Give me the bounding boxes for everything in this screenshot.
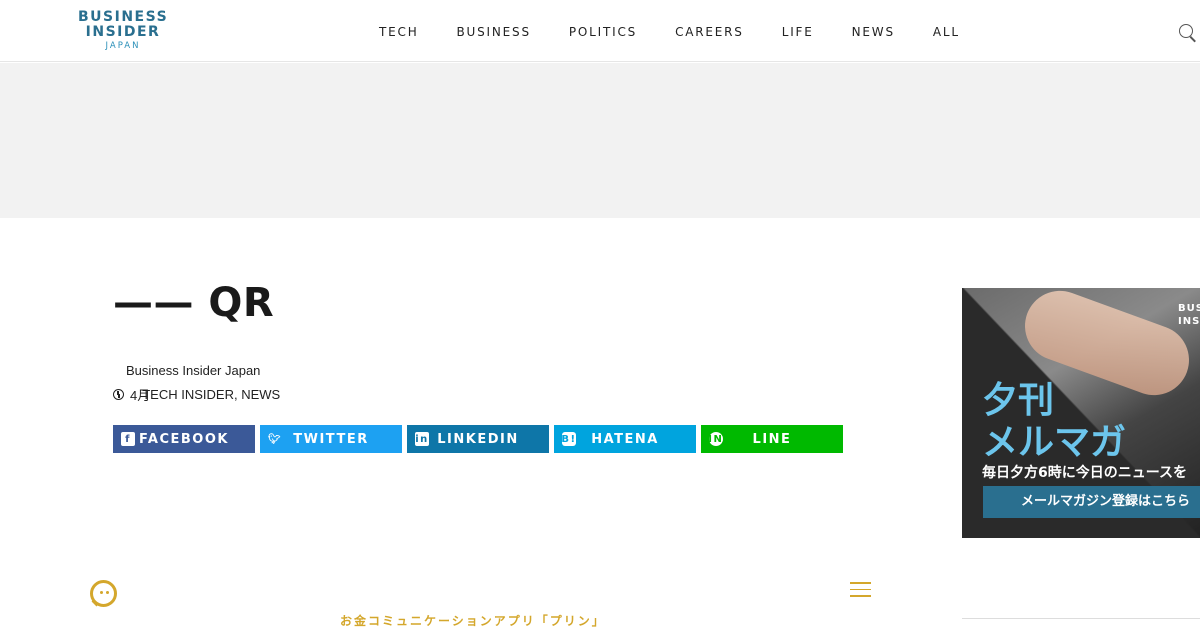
chat-icon[interactable] — [90, 580, 117, 607]
logo-line-2: INSIDER — [85, 24, 161, 40]
promo-text[interactable]: お金コミュニケーションアプリ「プリン」 — [340, 612, 606, 629]
nav-life[interactable]: LIFE — [782, 25, 814, 39]
site-logo[interactable]: BUSINESS INSIDER JAPAN — [78, 10, 168, 54]
share-buttons: f FACEBOOK 🐦︎ TWITTER in LINKEDIN B! HAT… — [113, 425, 848, 453]
linkedin-share-button[interactable]: in LINKEDIN — [407, 425, 549, 453]
logo-line-1: BUSINESS — [78, 9, 169, 25]
article-meta: 4月 TECH INSIDER, NEWS — [113, 385, 280, 404]
nav-all[interactable]: ALL — [933, 25, 960, 39]
nav-news[interactable]: NEWS — [852, 25, 895, 39]
article-title: —— QR — [113, 280, 275, 326]
ad-subtitle: 毎日夕方6時に今日のニュースを — [982, 465, 1188, 481]
hatena-share-button[interactable]: B! HATENA — [554, 425, 696, 453]
hamburger-menu-icon[interactable] — [850, 582, 871, 598]
line-share-button[interactable]: LINE LINE — [700, 425, 843, 453]
line-share-label: LINE — [752, 431, 792, 447]
twitter-share-button[interactable]: 🐦︎ TWITTER — [260, 425, 402, 453]
main-nav: TECH BUSINESS POLITICS CAREERS LIFE NEWS… — [379, 25, 960, 39]
nav-business[interactable]: BUSINESS — [457, 25, 531, 39]
ad-headline-line-1: 夕刊 — [982, 380, 1055, 421]
article-categories[interactable]: TECH INSIDER, NEWS — [142, 387, 280, 402]
logo-line-3: JAPAN — [105, 41, 141, 51]
article-author[interactable]: Business Insider Japan — [126, 363, 260, 378]
ad-brand: BUSINESS INSIDER — [1178, 303, 1200, 327]
nav-politics[interactable]: POLITICS — [569, 25, 637, 39]
newsletter-signup-button[interactable]: メールマガジン登録はこちら — [983, 486, 1200, 518]
clock-icon — [113, 389, 124, 400]
top-ad-space — [0, 63, 1200, 218]
divider — [962, 618, 1200, 619]
newsletter-ad[interactable]: BUSINESS INSIDER 夕刊 メルマガ 毎日夕方6時に今日のニュースを… — [962, 288, 1200, 538]
facebook-share-label: FACEBOOK — [139, 431, 229, 447]
nav-careers[interactable]: CAREERS — [675, 25, 744, 39]
search-icon[interactable] — [1179, 24, 1193, 38]
ad-headline-line-2: メルマガ — [982, 422, 1127, 463]
linkedin-share-label: LINKEDIN — [437, 431, 519, 447]
hatena-share-label: HATENA — [591, 431, 659, 447]
nav-tech[interactable]: TECH — [379, 25, 419, 39]
facebook-share-button[interactable]: f FACEBOOK — [113, 425, 255, 453]
ad-headline: 夕刊 メルマガ — [982, 380, 1126, 464]
twitter-share-label: TWITTER — [293, 431, 369, 447]
site-header: BUSINESS INSIDER JAPAN TECH BUSINESS POL… — [0, 0, 1200, 62]
